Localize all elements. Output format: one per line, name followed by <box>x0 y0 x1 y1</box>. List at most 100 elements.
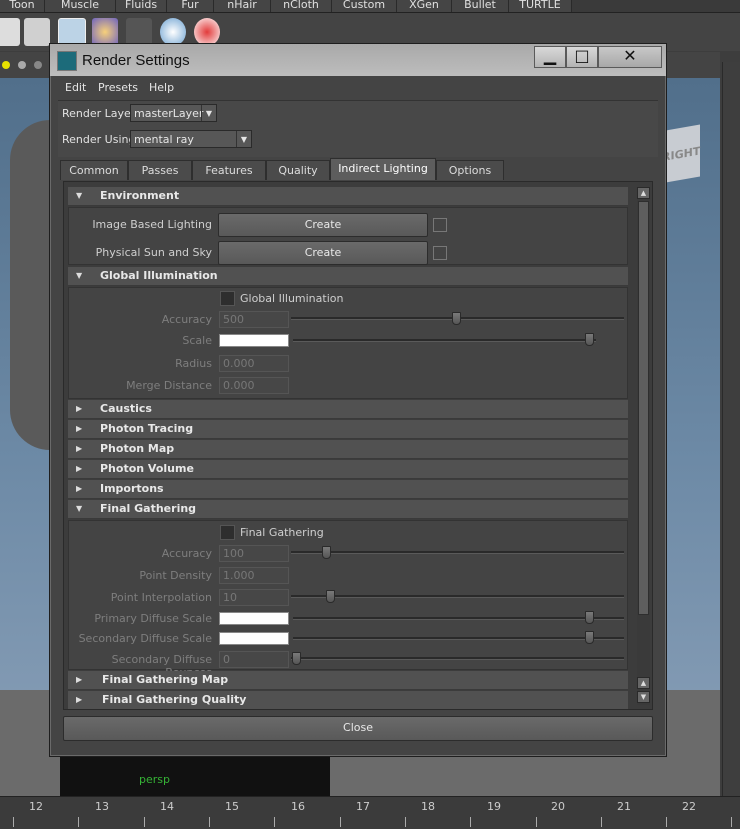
fg-accuracy-slider[interactable] <box>291 551 624 554</box>
ibl-create-button[interactable]: Create <box>218 213 428 237</box>
section-caustics[interactable]: ▶ Caustics <box>68 400 628 419</box>
tab-passes[interactable]: Passes <box>128 160 192 180</box>
window-titlebar[interactable]: Render Settings ▁ □ ✕ <box>50 44 666 76</box>
hypershade-icon[interactable] <box>92 18 118 46</box>
scroll-down-icon[interactable]: ▼ <box>637 691 650 703</box>
tab-options[interactable]: Options <box>436 160 504 180</box>
section-importons[interactable]: ▶ Importons <box>68 480 628 499</box>
light-icon[interactable] <box>2 61 10 69</box>
tab-common[interactable]: Common <box>60 160 128 180</box>
fg-point-density-field[interactable]: 1.000 <box>219 567 289 584</box>
light-sphere-icon[interactable] <box>160 18 186 46</box>
tick-mark <box>536 817 537 827</box>
section-photon-map[interactable]: ▶ Photon Map <box>68 440 628 459</box>
slider-handle[interactable] <box>585 333 594 346</box>
fg-secondary-diffuse-swatch[interactable] <box>219 632 289 645</box>
tab-quality[interactable]: Quality <box>266 160 330 180</box>
render-current-frame-icon[interactable] <box>24 18 50 46</box>
map-button-icon[interactable] <box>433 218 447 232</box>
slider-handle[interactable] <box>326 590 335 603</box>
panel-scrollbar[interactable]: ▲ ▲ ▼ <box>637 187 650 705</box>
shelf-tab-custom[interactable]: Custom <box>332 0 397 12</box>
render-layer-dropdown[interactable]: masterLayer ▼ <box>130 104 217 122</box>
fg-point-interpolation-slider[interactable] <box>291 595 624 598</box>
menu-edit[interactable]: Edit <box>65 81 86 94</box>
shading-icon[interactable] <box>18 61 26 69</box>
tick-mark <box>274 817 275 827</box>
gi-accuracy-field[interactable]: 500 <box>219 311 289 328</box>
fg-primary-diffuse-slider[interactable] <box>293 617 624 620</box>
window-close-button[interactable]: ✕ <box>598 46 662 68</box>
section-title: Importons <box>100 482 164 495</box>
sun-sky-label: Physical Sun and Sky <box>95 246 212 259</box>
section-photon-volume[interactable]: ▶ Photon Volume <box>68 460 628 479</box>
shelf-tab-toon[interactable]: Toon <box>0 0 45 12</box>
fg-secondary-bounces-slider[interactable] <box>291 657 624 660</box>
gi-merge-distance-field[interactable]: 0.000 <box>219 377 289 394</box>
gi-radius-field[interactable]: 0.000 <box>219 355 289 372</box>
scrollbar-thumb[interactable] <box>638 201 649 615</box>
fg-accuracy-label: Accuracy <box>161 547 212 560</box>
slider-handle[interactable] <box>322 546 331 559</box>
map-button-icon[interactable] <box>433 246 447 260</box>
tab-indirect-lighting[interactable]: Indirect Lighting <box>330 158 436 180</box>
fg-secondary-bounces-field[interactable]: 0 <box>219 651 289 668</box>
shelf-tab-turtle[interactable]: TURTLE <box>509 0 572 12</box>
gi-scale-slider[interactable] <box>293 339 596 342</box>
tick-label: 13 <box>95 800 109 813</box>
paint-brush-icon[interactable] <box>194 18 220 46</box>
shelf-tab-fluids[interactable]: Fluids <box>116 0 167 12</box>
slider-handle[interactable] <box>292 652 301 665</box>
shelf-tab-xgen[interactable]: XGen <box>397 0 452 12</box>
render-view-icon[interactable] <box>0 18 20 46</box>
maya-logo-icon <box>57 51 77 71</box>
minimize-button[interactable]: ▁ <box>534 46 566 68</box>
maximize-button[interactable]: □ <box>566 46 598 68</box>
render-options-header: Render Layer masterLayer ▼ Render Using … <box>58 100 658 157</box>
slider-handle[interactable] <box>452 312 461 325</box>
close-button[interactable]: Close <box>63 716 653 741</box>
section-title: Photon Map <box>100 442 175 455</box>
menu-help[interactable]: Help <box>149 81 174 94</box>
chevron-down-icon: ▼ <box>201 105 216 121</box>
section-final-gathering[interactable]: ▼ Final Gathering <box>68 500 628 519</box>
scroll-up-icon[interactable]: ▲ <box>637 187 650 199</box>
shelf-tab-bar: Toon Muscle Fluids Fur nHair nCloth Cust… <box>0 0 740 13</box>
gi-scale-color-swatch[interactable] <box>219 334 289 347</box>
shelf-tab-nhair[interactable]: nHair <box>214 0 271 12</box>
fg-primary-diffuse-label: Primary Diffuse Scale <box>94 612 212 625</box>
tab-features[interactable]: Features <box>192 160 266 180</box>
tick-mark <box>731 817 732 827</box>
fg-accuracy-field[interactable]: 100 <box>219 545 289 562</box>
fg-point-interpolation-field[interactable]: 10 <box>219 589 289 606</box>
settings-panel: ▼ Environment Image Based Lighting Creat… <box>63 181 653 710</box>
time-slider[interactable]: 12 13 14 15 16 17 18 19 20 21 22 <box>0 796 740 829</box>
side-panel-strip <box>722 62 740 796</box>
shelf-tab-ncloth[interactable]: nCloth <box>271 0 332 12</box>
gi-checkbox[interactable] <box>220 291 235 306</box>
section-final-gathering-map[interactable]: ▶ Final Gathering Map <box>68 671 628 690</box>
view-cube-label: RIGHT <box>662 144 701 165</box>
menu-presets[interactable]: Presets <box>98 81 138 94</box>
window-title: Render Settings <box>82 52 190 69</box>
ipr-render-icon[interactable] <box>126 18 152 46</box>
triangle-down-icon: ▼ <box>76 191 83 200</box>
shelf-tab-bullet[interactable]: Bullet <box>452 0 509 12</box>
sun-sky-create-button[interactable]: Create <box>218 241 428 265</box>
render-using-dropdown[interactable]: mental ray ▼ <box>130 130 252 148</box>
tick-mark <box>601 817 602 827</box>
fg-secondary-diffuse-slider[interactable] <box>293 637 624 640</box>
section-final-gathering-quality[interactable]: ▶ Final Gathering Quality <box>68 691 628 709</box>
shelf-tab-fur[interactable]: Fur <box>167 0 214 12</box>
shelf-tab-muscle[interactable]: Muscle <box>45 0 116 12</box>
tick-mark <box>405 817 406 827</box>
texture-icon[interactable] <box>34 61 42 69</box>
fg-checkbox[interactable] <box>220 525 235 540</box>
section-global-illumination[interactable]: ▼ Global Illumination <box>68 267 628 286</box>
section-photon-tracing[interactable]: ▶ Photon Tracing <box>68 420 628 439</box>
fg-primary-diffuse-swatch[interactable] <box>219 612 289 625</box>
scroll-up-icon[interactable]: ▲ <box>637 677 650 689</box>
slider-handle[interactable] <box>585 611 594 624</box>
slider-handle[interactable] <box>585 631 594 644</box>
section-environment[interactable]: ▼ Environment <box>68 187 628 206</box>
